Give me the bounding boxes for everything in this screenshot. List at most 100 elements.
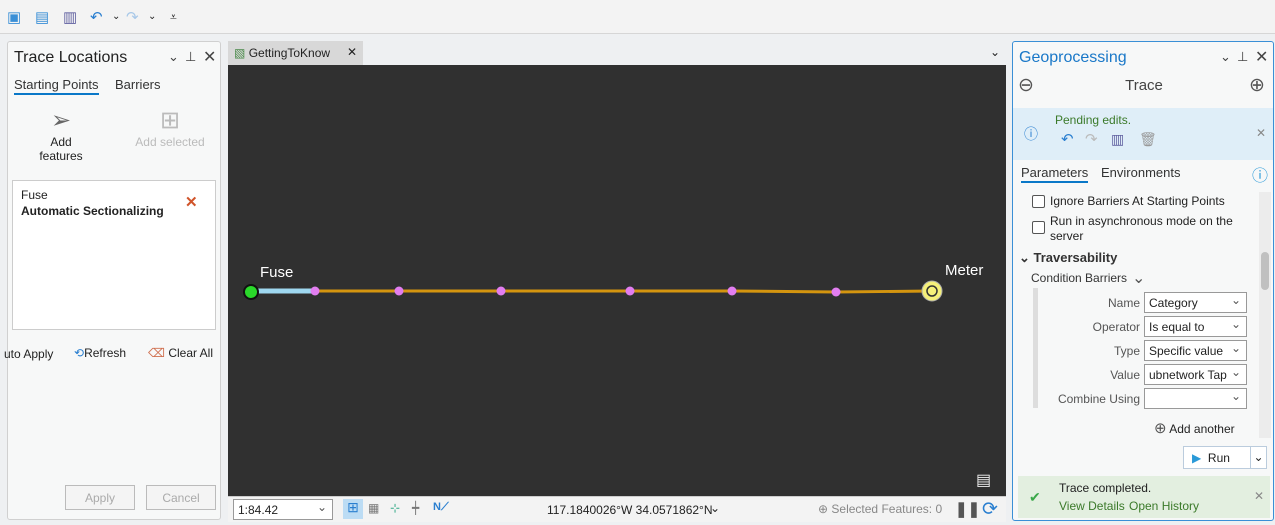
selected-features[interactable]: ⊕ Selected Features: 0 [818, 502, 942, 516]
pause-icon[interactable]: ❚❚ [955, 500, 980, 518]
redo-icon[interactable]: ↷ [1085, 130, 1098, 148]
list-item-name: Automatic Sectionalizing [21, 204, 164, 218]
redo-dropdown-icon[interactable]: ⌄ [148, 11, 156, 22]
field-dropdown[interactable]: ubnetwork Tap [1144, 364, 1247, 385]
chevron-down-icon[interactable]: ⌄ [990, 45, 1000, 59]
pointer-icon: ➢ [50, 107, 72, 134]
section-label: Traversability [1033, 250, 1118, 265]
pane-title: Geoprocessing [1019, 49, 1127, 66]
add-features-label: Add features [39, 135, 83, 163]
vertex [496, 286, 506, 296]
open-history-link[interactable]: Open History [1129, 499, 1199, 513]
refresh-icon[interactable]: ⟳ [982, 498, 998, 521]
pin-icon[interactable]: ⊥ [185, 49, 196, 65]
close-icon[interactable]: ✕ [1256, 126, 1266, 140]
undo-dropdown-icon[interactable]: ⌄ [112, 11, 120, 22]
tab-parameters[interactable]: Parameters [1021, 165, 1089, 183]
save-edits-icon[interactable]: ▥ [1111, 131, 1124, 148]
vertex [625, 286, 635, 296]
chevron-down-icon[interactable]: ⌄ [1220, 49, 1231, 65]
add-another-button[interactable]: ⊕ Add another [1154, 419, 1235, 437]
ignore-barriers-checkbox[interactable] [1032, 195, 1045, 208]
map-view[interactable]: Fuse Meter ▤ [228, 65, 1006, 496]
snapping-icon[interactable]: ⊞ [343, 499, 363, 519]
pending-message: Pending edits. [1055, 113, 1132, 127]
close-icon[interactable]: ✕ [1254, 489, 1264, 503]
eraser-icon: ⌫ [148, 346, 165, 360]
map-status-bar: 1:84.42 ⊞ ▦ ⊹ ┿ N⟋ 117.1840026°W 34.0571… [228, 496, 1006, 522]
select-icon: ⊕ [818, 502, 829, 516]
fuse-symbol[interactable] [243, 284, 259, 300]
meter-symbol[interactable] [921, 280, 943, 302]
info-icon: ⓘ [1024, 126, 1038, 142]
save-project-icon[interactable]: ▥ [63, 8, 77, 26]
vertex [394, 286, 404, 296]
tab-starting-points[interactable]: Starting Points [14, 77, 99, 95]
redo-icon[interactable]: ↷ [126, 8, 139, 26]
add-selected-icon: ⊞ [159, 107, 181, 134]
tab-environments[interactable]: Environments [1101, 165, 1180, 180]
map-tips-icon[interactable]: ▤ [976, 470, 991, 490]
condition-barriers-label: Condition Barriers [1031, 271, 1128, 285]
map-tab-label: GettingToKnow [248, 46, 331, 60]
async-mode-checkbox[interactable] [1032, 221, 1045, 234]
customize-icon[interactable]: ⩡ [170, 10, 177, 25]
pin-icon[interactable]: ⊥ [1237, 49, 1248, 65]
quick-access-toolbar: ▣ ▤ ▥ ↶ ⌄ ↷ ⌄ ⩡ [0, 0, 1275, 34]
refresh-button[interactable]: ⟲Refresh [74, 346, 126, 360]
clear-all-button[interactable]: ⌫ Clear All [148, 346, 213, 360]
field-dropdown[interactable]: Specific value [1144, 340, 1247, 361]
field-label: Operator [1092, 320, 1140, 334]
coordinates-readout: 117.1840026°W 34.0571862°N [547, 503, 713, 517]
field-dropdown[interactable]: Is equal to [1144, 316, 1247, 337]
field-dropdown[interactable]: Category [1144, 292, 1247, 313]
correction-icon[interactable]: ┿ [412, 501, 419, 515]
constraints-icon[interactable]: ⊹ [390, 501, 400, 515]
add-icon[interactable]: ⊕ [1249, 74, 1265, 97]
add-selected-label: Add selected [135, 135, 205, 149]
tab-barriers[interactable]: Barriers [115, 77, 161, 92]
chevron-down-icon[interactable]: ⌄ [710, 501, 720, 515]
clear-all-label: Clear All [168, 346, 213, 360]
run-dropdown-icon[interactable]: ⌄ [1250, 447, 1266, 468]
async-mode-label: Run in asynchronous mode on the server [1050, 214, 1233, 243]
vertex [727, 286, 737, 296]
new-project-icon[interactable]: ▣ [7, 8, 21, 26]
remove-icon[interactable]: ✕ [185, 193, 198, 211]
undo-icon[interactable]: ↶ [90, 8, 103, 26]
refresh-label: Refresh [84, 346, 127, 360]
north-arrow-icon[interactable]: N⟋ [433, 501, 449, 514]
view-details-link[interactable]: View Details [1059, 499, 1125, 513]
field-dropdown[interactable] [1144, 388, 1247, 409]
close-icon[interactable]: ✕ [1255, 47, 1268, 67]
chevron-down-icon[interactable]: ⌄ [168, 49, 179, 65]
add-icon: ⊕ [1154, 420, 1167, 437]
help-icon[interactable]: ⓘ [1252, 162, 1268, 186]
add-selected-button[interactable]: ⊞ Add selected [130, 106, 210, 149]
grid-icon[interactable]: ▦ [368, 501, 379, 515]
status-message: Trace completed. [1059, 481, 1152, 495]
undo-icon[interactable]: ↶ [1061, 130, 1074, 148]
expand-icon[interactable]: ⌄ [1132, 268, 1145, 288]
success-icon: ✔ [1029, 489, 1041, 505]
field-label: Name [1107, 296, 1140, 310]
scrollbar[interactable] [1259, 192, 1271, 438]
scrollbar-thumb[interactable] [1261, 252, 1269, 290]
close-icon[interactable]: ✕ [347, 45, 357, 59]
cancel-button[interactable]: Cancel [146, 485, 216, 510]
geoprocessing-pane: Geoprocessing ⌄ ⊥ ✕ ⊖ Trace ⊕ ⓘ Pending … [1012, 41, 1274, 521]
field-label: Combine Using [1057, 392, 1140, 406]
discard-edits-icon[interactable]: 🗑 [1139, 131, 1157, 148]
refresh-icon: ⟲ [74, 346, 85, 360]
apply-button[interactable]: Apply [65, 485, 135, 510]
selected-features-label: Selected Features: 0 [831, 502, 943, 516]
open-project-icon[interactable]: ▤ [35, 8, 49, 26]
auto-apply-checkbox[interactable]: uto Apply [4, 347, 53, 361]
tab-map[interactable]: ▧ GettingToKnow ✕ [228, 41, 363, 65]
traversability-section[interactable]: ⌄ Traversability [1019, 250, 1117, 266]
scale-dropdown[interactable]: 1:84.42 [233, 499, 333, 520]
close-icon[interactable]: ✕ [203, 47, 216, 67]
run-button[interactable]: ▶ Run ⌄ [1183, 446, 1267, 469]
add-features-button[interactable]: ➢ Add features [33, 106, 89, 163]
map-tab-strip: ▧ GettingToKnow ✕ ⌄ [228, 41, 1006, 65]
